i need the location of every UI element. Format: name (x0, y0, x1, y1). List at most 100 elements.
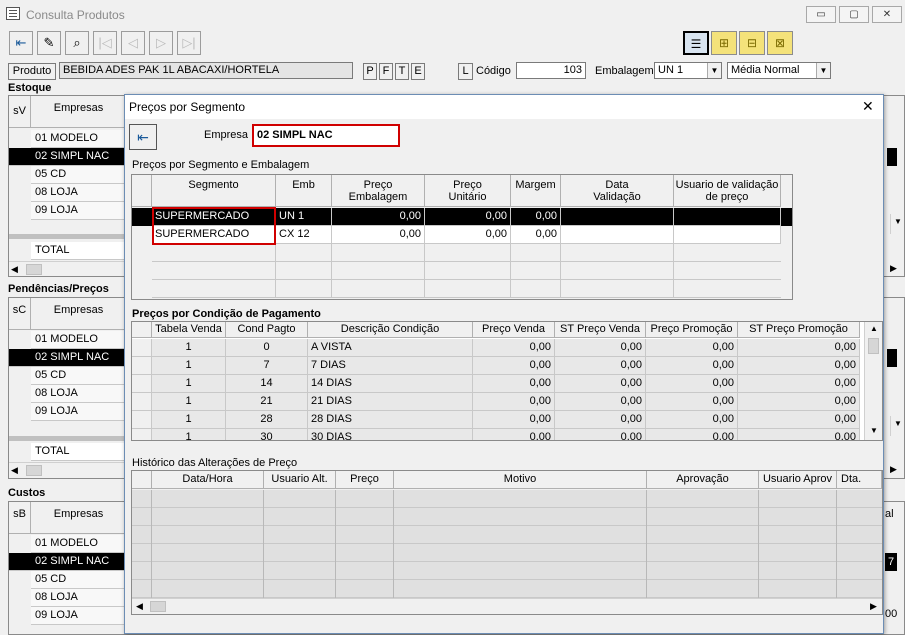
cond-cell-descricao[interactable]: 14 DIAS (308, 375, 473, 393)
chevron-down-icon[interactable]: ▼ (707, 63, 721, 78)
exit-icon[interactable]: ⇤ (9, 31, 33, 55)
cond-cell-st-preco[interactable]: 0,00 (555, 357, 646, 375)
prev-icon[interactable]: ◁ (121, 31, 145, 55)
layout-alt-icon[interactable]: ⊠ (767, 31, 793, 55)
scroll-right-icon[interactable]: ▶ (890, 464, 897, 475)
cond-cell-preco-promo[interactable]: 0,00 (646, 429, 738, 440)
minimize-button[interactable]: ▭ (806, 6, 836, 23)
cond-cell-tabela[interactable]: 1 (152, 339, 226, 357)
seg-cell-margem[interactable]: 0,00 (511, 208, 561, 226)
maximize-button[interactable]: ▢ (839, 6, 869, 23)
scroll-left-icon[interactable]: ◀ (11, 465, 18, 476)
empresa-field[interactable]: 02 SIMPL NAC (252, 124, 400, 147)
cond-cell-preco-venda[interactable]: 0,00 (473, 375, 555, 393)
cond-cell-st-preco[interactable]: 0,00 (555, 393, 646, 411)
dialog-exit-button[interactable]: ⇤ (129, 124, 157, 150)
pendencias-hscroll[interactable]: ◀ (9, 462, 127, 478)
seg-cell-usuario[interactable] (674, 226, 781, 244)
pendencias-vscroll[interactable]: ▼ (890, 416, 904, 436)
list-item[interactable]: 05 CD (31, 571, 131, 589)
seg-cell-preco-unit[interactable]: 0,00 (425, 226, 511, 244)
cond-cell-preco-promo[interactable]: 0,00 (646, 375, 738, 393)
seg-cell-preco-unit[interactable]: 0,00 (425, 208, 511, 226)
cond-cell-preco-venda[interactable]: 0,00 (473, 357, 555, 375)
scroll-down-icon[interactable]: ▼ (894, 419, 902, 428)
cond-cell-preco-promo[interactable]: 0,00 (646, 393, 738, 411)
seg-cell-data[interactable] (561, 208, 674, 226)
cond-cell-tabela[interactable]: 1 (152, 357, 226, 375)
embalagem-select[interactable]: UN 1 ▼ (654, 62, 722, 79)
cond-cell-preco-promo[interactable]: 0,00 (646, 357, 738, 375)
cond-vscroll[interactable]: ▲ ▼ (864, 322, 882, 440)
t-button[interactable]: T (395, 63, 409, 80)
layout-double-icon[interactable]: ⊟ (739, 31, 765, 55)
cond-cell-tabela[interactable]: 1 (152, 411, 226, 429)
cond-cell-preco-promo[interactable]: 0,00 (646, 411, 738, 429)
seg-cell-preco-emb[interactable]: 0,00 (332, 208, 425, 226)
cond-cell-st-promo[interactable]: 0,00 (738, 375, 860, 393)
list-item[interactable]: 05 CD (31, 367, 131, 385)
cond-cell-descricao[interactable]: 30 DIAS (308, 429, 473, 440)
p-button[interactable]: P (363, 63, 377, 80)
scroll-down-icon[interactable]: ▼ (870, 426, 878, 435)
dialog-close-button[interactable]: ✕ (862, 98, 874, 115)
cond-cell-preco-promo[interactable]: 0,00 (646, 339, 738, 357)
l-button[interactable]: L (458, 63, 473, 80)
estoque-vscroll[interactable]: ▼ (890, 214, 904, 234)
list-item[interactable]: 02 SIMPL NAC (9, 349, 131, 367)
list-item[interactable]: 09 LOJA (31, 403, 131, 421)
produto-button[interactable]: Produto (8, 63, 56, 80)
list-item[interactable]: 05 CD (31, 166, 131, 184)
first-icon[interactable]: |◁ (93, 31, 117, 55)
cond-cell-tabela[interactable]: 1 (152, 393, 226, 411)
estoque-hscroll[interactable]: ◀ (9, 261, 127, 276)
cond-cell-st-preco[interactable]: 0,00 (555, 429, 646, 440)
scroll-thumb[interactable] (26, 264, 42, 275)
scroll-thumb[interactable] (150, 601, 166, 612)
chevron-down-icon[interactable]: ▼ (816, 63, 830, 78)
cond-cell-cond[interactable]: 28 (226, 411, 308, 429)
codigo-field[interactable]: 103 (516, 62, 586, 79)
list-item[interactable]: 02 SIMPL NAC (9, 148, 131, 166)
list-item[interactable]: 01 MODELO (31, 535, 131, 553)
scroll-thumb[interactable] (868, 338, 879, 354)
seg-cell-usuario[interactable] (674, 208, 781, 226)
cond-cell-st-preco[interactable]: 0,00 (555, 375, 646, 393)
cond-cell-cond[interactable]: 0 (226, 339, 308, 357)
scroll-right-icon[interactable]: ▶ (890, 263, 897, 274)
cond-cell-descricao[interactable]: 21 DIAS (308, 393, 473, 411)
f-button[interactable]: F (379, 63, 393, 80)
seg-cell-preco-emb[interactable]: 0,00 (332, 226, 425, 244)
scroll-thumb[interactable] (26, 465, 42, 476)
scroll-down-icon[interactable]: ▼ (894, 217, 902, 226)
cond-cell-cond[interactable]: 30 (226, 429, 308, 440)
layout-list-icon[interactable]: ☰ (683, 31, 709, 55)
edit-icon[interactable]: ✎ (37, 31, 61, 55)
list-item[interactable]: 02 SIMPL NAC (9, 553, 131, 571)
cond-cell-cond[interactable]: 21 (226, 393, 308, 411)
cond-cell-preco-venda[interactable]: 0,00 (473, 339, 555, 357)
cond-cell-st-promo[interactable]: 0,00 (738, 357, 860, 375)
cond-cell-descricao[interactable]: A VISTA (308, 339, 473, 357)
cond-cell-preco-venda[interactable]: 0,00 (473, 393, 555, 411)
cond-cell-descricao[interactable]: 28 DIAS (308, 411, 473, 429)
next-icon[interactable]: ▷ (149, 31, 173, 55)
cond-cell-st-preco[interactable]: 0,00 (555, 339, 646, 357)
e-button[interactable]: E (411, 63, 425, 80)
cond-cell-st-promo[interactable]: 0,00 (738, 429, 860, 440)
binoculars-icon[interactable]: ⌕ (65, 31, 89, 55)
scroll-up-icon[interactable]: ▲ (870, 324, 878, 333)
list-item[interactable]: 08 LOJA (31, 184, 131, 202)
cond-cell-cond[interactable]: 14 (226, 375, 308, 393)
seg-cell-margem[interactable]: 0,00 (511, 226, 561, 244)
product-description-field[interactable]: BEBIDA ADES PAK 1L ABACAXI/HORTELA (59, 62, 353, 79)
media-select[interactable]: Média Normal ▼ (727, 62, 831, 79)
cond-cell-st-promo[interactable]: 0,00 (738, 339, 860, 357)
scroll-right-icon[interactable]: ▶ (870, 601, 877, 612)
scroll-left-icon[interactable]: ◀ (11, 264, 18, 275)
last-icon[interactable]: ▷| (177, 31, 201, 55)
cond-cell-tabela[interactable]: 1 (152, 375, 226, 393)
seg-cell-data[interactable] (561, 226, 674, 244)
cond-cell-st-promo[interactable]: 0,00 (738, 393, 860, 411)
layout-split-icon[interactable]: ⊞ (711, 31, 737, 55)
